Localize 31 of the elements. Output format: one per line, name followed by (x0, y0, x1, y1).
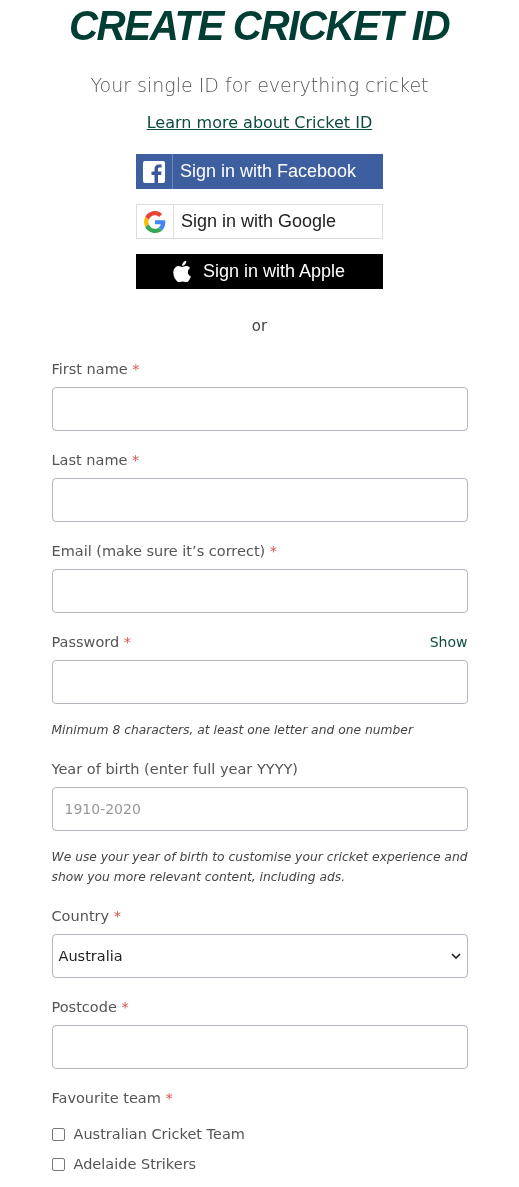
show-password-link[interactable]: Show (429, 634, 468, 650)
facebook-sign-in-button[interactable]: Sign in with Facebook (136, 154, 383, 189)
apple-sign-in-button[interactable]: Sign in with Apple (136, 254, 383, 289)
field-label: Year of birth (enter full year YYYY) (51, 760, 299, 779)
facebook-icon (143, 160, 165, 183)
page-title: CREATE CRICKET ID (69, 4, 450, 48)
google-icon (144, 210, 166, 233)
subtitle: Your single ID for everything cricket (90, 73, 429, 98)
input-field[interactable] (51, 387, 468, 431)
field-label: Favourite team * (51, 1089, 173, 1108)
chevron-down-icon (450, 952, 461, 960)
team-checkbox-option[interactable]: Adelaide Strikers (51, 1156, 197, 1172)
password-field[interactable] (51, 660, 468, 704)
learn-more-link[interactable]: Learn more about Cricket ID (146, 112, 373, 134)
field-label: First name * (51, 360, 140, 379)
hint-text: Minimum 8 characters, at least one letter and one number (51, 722, 415, 739)
apple-icon (173, 261, 191, 282)
field-label: Last name * (51, 451, 140, 470)
team-checkbox-option[interactable]: Australian Cricket Team (51, 1126, 245, 1142)
country-select[interactable]: Australia (51, 934, 468, 978)
hint-text: We use your year of birth to customise your cricket experience and show you more relevant content, including ads. (51, 849, 468, 886)
field-label: Country * (51, 907, 121, 926)
field-label: Password * (51, 633, 132, 652)
input-field[interactable]: 1910-2020 (51, 787, 468, 831)
field-label: Email (make sure it’s correct) * (51, 542, 278, 561)
separator-text: or (251, 317, 268, 335)
field-label: Postcode * (51, 998, 129, 1017)
google-sign-in-button[interactable]: Sign in with Google (136, 204, 383, 239)
input-field[interactable] (51, 478, 468, 522)
input-field[interactable] (51, 1025, 468, 1069)
input-field[interactable] (51, 569, 468, 613)
